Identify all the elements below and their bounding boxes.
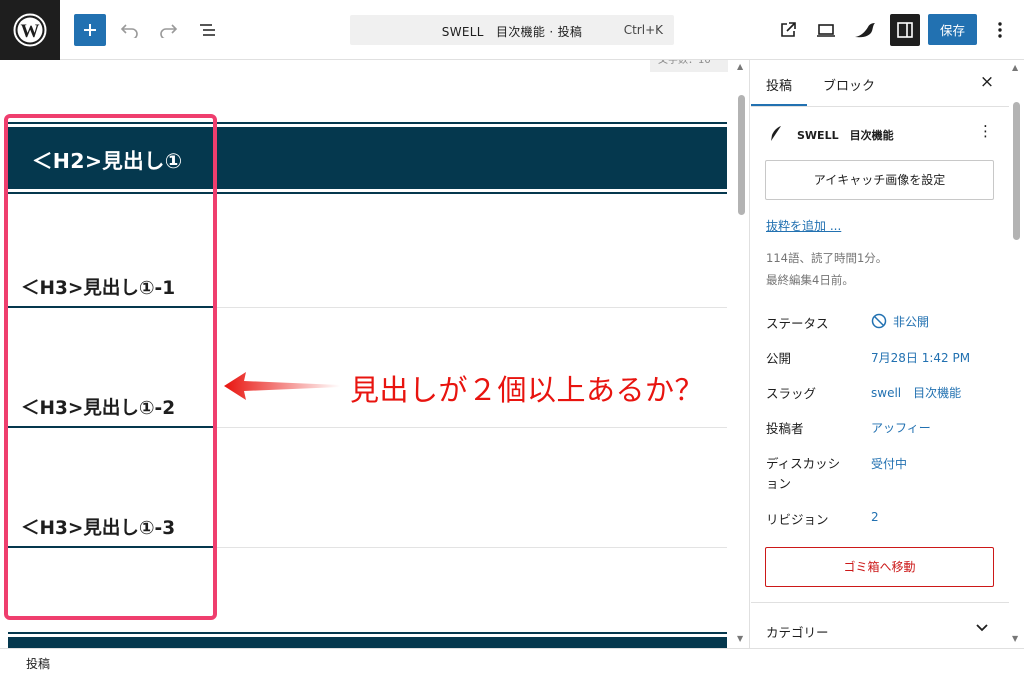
post-title: SWELL 目次機能 bbox=[797, 129, 894, 142]
add-block-button[interactable] bbox=[74, 14, 106, 46]
h3-underline-light bbox=[213, 307, 727, 308]
revisions-label: リビジョン bbox=[766, 512, 829, 527]
status-value-text: 非公開 bbox=[893, 315, 930, 329]
post-summary-header: SWELL 目次機能 ⋮ bbox=[768, 122, 998, 146]
status-label: ステータス bbox=[766, 316, 829, 331]
add-excerpt-link[interactable]: 抜粋を追加 ... bbox=[766, 217, 841, 234]
undo-icon bbox=[120, 24, 138, 38]
slug-label: スラッグ bbox=[766, 386, 817, 401]
move-to-trash-button[interactable]: ゴミ箱へ移動 bbox=[765, 547, 994, 587]
editor-canvas[interactable]: 文字数：10 ＜H2>見出し① ＜H3>見出し①-1 ＜H3>見出し①-2 ＜H… bbox=[0, 60, 750, 648]
sidebar-scroll-down-icon[interactable]: ▼ bbox=[1012, 634, 1018, 643]
sidebar-scrollbar-thumb[interactable] bbox=[1013, 102, 1020, 240]
editor-toolbar: W SWELL 目次機能 · 投稿 Ctrl+K 保存 bbox=[0, 0, 1024, 60]
settings-sidebar-toggle[interactable] bbox=[890, 14, 920, 46]
undo-button[interactable] bbox=[116, 14, 144, 46]
word-count-meta: 114語、読了時間1分。 bbox=[766, 251, 888, 265]
panel-divider bbox=[751, 602, 1009, 603]
set-featured-image-button[interactable]: アイキャッチ画像を設定 bbox=[765, 160, 994, 200]
sidebar-toggle-icon bbox=[897, 22, 913, 38]
discussion-label: ディスカッション bbox=[766, 456, 841, 491]
publish-date-value[interactable]: 7月28日 1:42 PM bbox=[871, 349, 970, 366]
settings-sidebar: 投稿 ブロック × SWELL 目次機能 ⋮ アイキャッチ画像を設定 抜粋を追加… bbox=[751, 60, 1024, 648]
preview-button[interactable] bbox=[812, 14, 840, 46]
sidebar-scroll-up-icon[interactable]: ▲ bbox=[1012, 63, 1018, 72]
document-overview-button[interactable] bbox=[194, 14, 222, 46]
annotation-text: 見出しが２個以上あるか？ bbox=[350, 373, 705, 407]
tab-block-label: ブロック bbox=[823, 79, 876, 94]
command-palette-bar[interactable]: SWELL 目次機能 · 投稿 Ctrl+K bbox=[350, 15, 674, 45]
categories-panel-toggle[interactable]: カテゴリー bbox=[766, 622, 829, 641]
shortcut-hint: Ctrl+K bbox=[623, 23, 663, 37]
tab-post[interactable]: 投稿 bbox=[751, 60, 807, 106]
swell-icon bbox=[855, 23, 875, 38]
unpublished-icon bbox=[871, 313, 887, 329]
tab-divider bbox=[751, 106, 1009, 107]
status-value[interactable]: 非公開 bbox=[871, 313, 929, 330]
slug-value[interactable]: swell 目次機能 bbox=[871, 384, 961, 401]
next-h2-heading-block[interactable] bbox=[8, 632, 727, 648]
block-editor: W SWELL 目次機能 · 投稿 Ctrl+K 保存 文字数：10 ＜H2>見… bbox=[0, 0, 1024, 674]
document-overview-icon bbox=[200, 24, 215, 36]
post-actions-more-icon[interactable]: ⋮ bbox=[978, 122, 993, 140]
h2-top-rule bbox=[8, 632, 727, 634]
publish-label: 公開 bbox=[766, 351, 792, 366]
wordpress-icon[interactable]: W bbox=[0, 0, 60, 60]
close-icon[interactable]: × bbox=[977, 72, 997, 92]
last-edited-meta: 最終編集4日前。 bbox=[766, 273, 854, 287]
post-type-quill-icon bbox=[771, 126, 781, 141]
device-preview-icon bbox=[817, 24, 835, 37]
redo-icon bbox=[160, 24, 178, 38]
svg-text:W: W bbox=[21, 21, 40, 42]
annotation-arrow-icon bbox=[224, 372, 340, 400]
plus-icon bbox=[84, 24, 96, 36]
tab-post-label: 投稿 bbox=[766, 79, 793, 94]
word-count: 文字数：10 bbox=[650, 60, 728, 72]
redo-button[interactable] bbox=[154, 14, 182, 46]
view-post-button[interactable] bbox=[774, 14, 802, 46]
swell-settings-button[interactable] bbox=[850, 14, 880, 46]
scroll-down-arrow-icon[interactable]: ▼ bbox=[737, 634, 743, 643]
h3-underline-light bbox=[213, 547, 727, 548]
chevron-down-icon[interactable] bbox=[975, 620, 989, 634]
editor-footer: 投稿 bbox=[0, 648, 1024, 674]
author-value[interactable]: アッフィー bbox=[871, 419, 931, 436]
headings-highlight-box bbox=[4, 114, 217, 620]
revisions-value[interactable]: 2 bbox=[871, 510, 879, 524]
scroll-up-arrow-icon[interactable]: ▲ bbox=[737, 62, 743, 71]
author-label: 投稿者 bbox=[766, 421, 804, 436]
block-breadcrumb[interactable]: 投稿 bbox=[26, 655, 50, 672]
editor-scrollbar-thumb[interactable] bbox=[738, 95, 745, 215]
discussion-value[interactable]: 受付中 bbox=[871, 455, 907, 472]
h2-band bbox=[8, 637, 727, 648]
more-vertical-icon bbox=[998, 22, 1002, 38]
external-link-icon bbox=[781, 22, 796, 37]
options-menu-button[interactable] bbox=[990, 14, 1010, 46]
save-button[interactable]: 保存 bbox=[928, 14, 977, 45]
h3-underline-light bbox=[213, 427, 727, 428]
tab-block[interactable]: ブロック bbox=[823, 60, 893, 106]
